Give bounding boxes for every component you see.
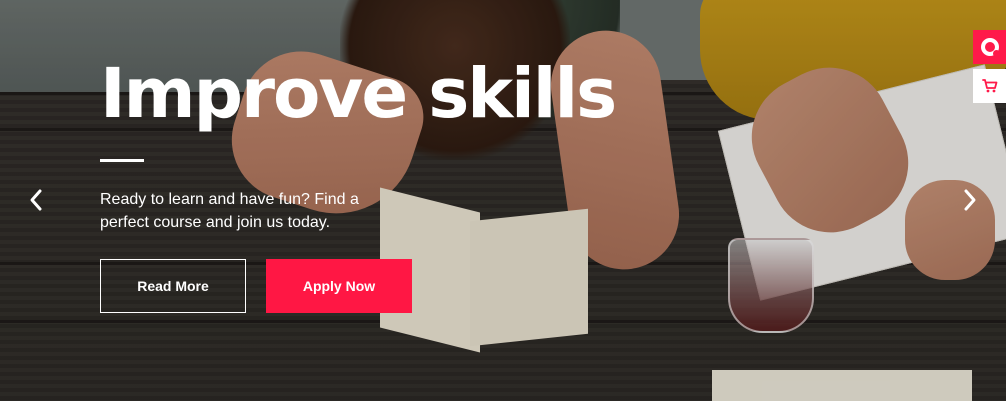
read-more-button[interactable]: Read More — [100, 259, 246, 313]
chevron-right-icon — [964, 189, 976, 211]
chevron-left-icon — [30, 189, 42, 211]
side-toolbar-ring-button[interactable] — [973, 30, 1006, 64]
slider-next-button[interactable] — [958, 188, 982, 212]
hero-slider: Improve skills Ready to learn and have f… — [0, 0, 1006, 401]
title-underline — [100, 159, 144, 162]
side-toolbar-cart-button[interactable] — [973, 69, 1006, 103]
hero-subtitle: Ready to learn and have fun? Find a perf… — [100, 191, 359, 231]
hero-title: Improve skills — [100, 54, 617, 134]
apply-now-button[interactable]: Apply Now — [266, 259, 412, 313]
slider-prev-button[interactable] — [24, 188, 48, 212]
ring-icon — [980, 38, 1000, 57]
shopping-cart-icon — [981, 79, 997, 93]
